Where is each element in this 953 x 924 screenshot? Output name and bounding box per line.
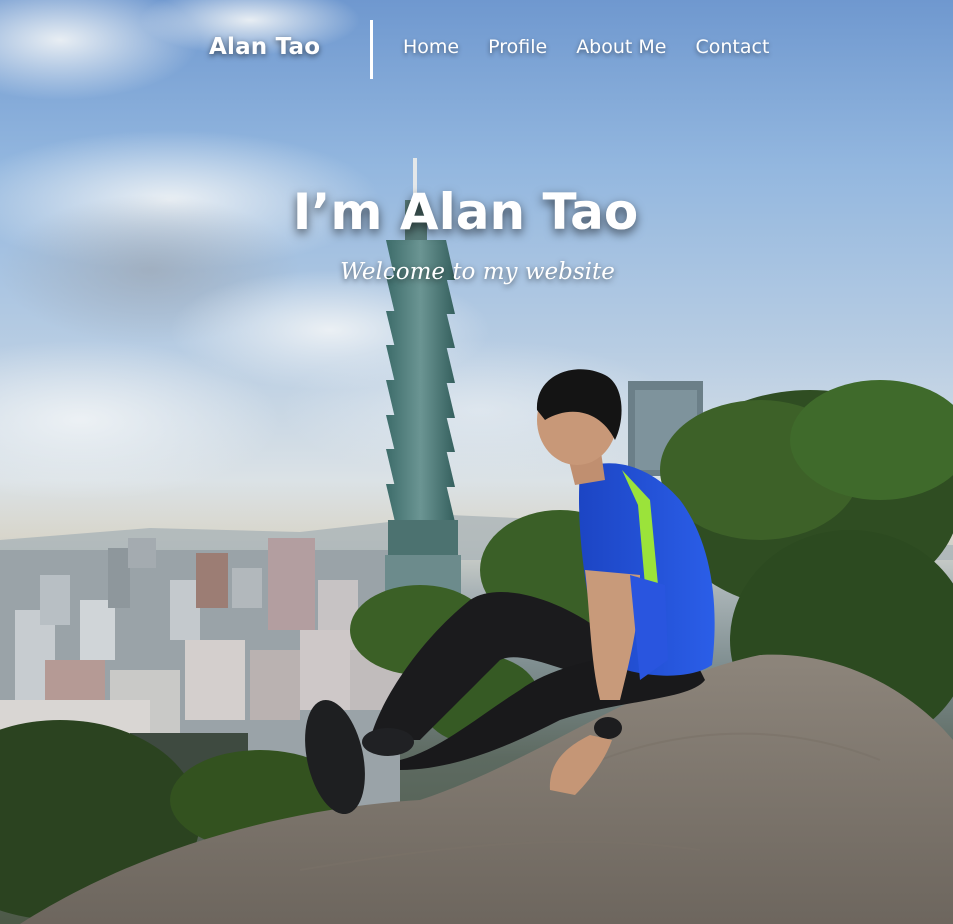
nav-divider <box>370 20 373 79</box>
nav-links: Home Profile About Me Contact <box>403 36 769 58</box>
brand-link[interactable]: Alan Tao <box>209 34 320 60</box>
hero-subtitle: Welcome to my website <box>340 259 615 285</box>
top-navigation: Alan Tao Home Profile About Me Contact <box>0 0 953 100</box>
nav-link-contact[interactable]: Contact <box>695 36 769 58</box>
nav-link-profile[interactable]: Profile <box>488 36 547 58</box>
hero-title: I’m Alan Tao <box>292 183 639 241</box>
nav-link-about-me[interactable]: About Me <box>576 36 666 58</box>
nav-link-home[interactable]: Home <box>403 36 459 58</box>
hero-background-photo <box>0 0 953 924</box>
hero-section: Alan Tao Home Profile About Me Contact I… <box>0 0 953 924</box>
